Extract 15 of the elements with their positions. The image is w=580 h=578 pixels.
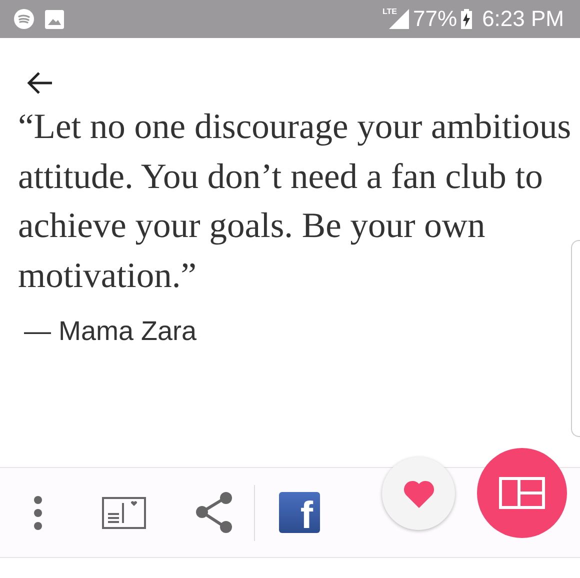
postcard-button[interactable] — [102, 496, 146, 528]
heart-icon — [402, 480, 434, 508]
layout-icon — [499, 477, 545, 509]
favorite-button[interactable] — [382, 457, 455, 530]
share-button[interactable] — [194, 490, 234, 534]
quote-author: — Mama Zara — [24, 316, 198, 347]
quote-text: “Let no one discourage your ambitious attitude. You don’t need a fan club to achieve your goals. Be your own motivation.” — [18, 105, 572, 296]
facebook-button[interactable]: f — [279, 492, 320, 533]
battery-charging-icon — [461, 9, 472, 29]
clock: 6:23 PM — [482, 6, 564, 32]
image-icon — [45, 10, 64, 28]
battery-percent: 77% — [413, 6, 458, 32]
music-app-icon — [14, 9, 34, 29]
network-type: LTE — [382, 6, 398, 16]
edge-panel-handle[interactable] — [571, 240, 580, 437]
